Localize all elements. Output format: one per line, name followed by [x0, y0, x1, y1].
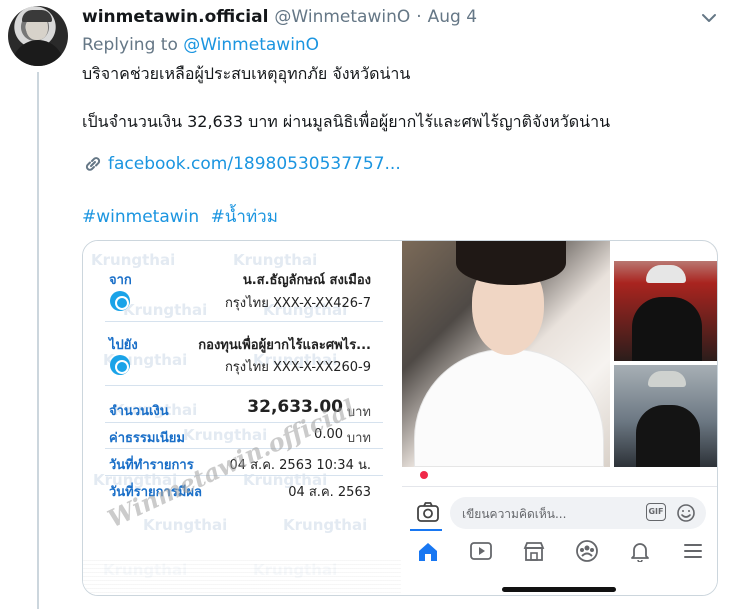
watch-icon[interactable] — [469, 540, 493, 562]
krungthai-logo-icon — [110, 291, 130, 311]
receipt-edge — [83, 557, 401, 595]
from-label: จาก — [109, 273, 132, 288]
reaction-strip — [402, 471, 717, 487]
divider — [105, 475, 383, 476]
active-tab-indicator — [410, 529, 442, 531]
groups-icon[interactable] — [575, 540, 599, 562]
main-photo[interactable] — [402, 241, 610, 467]
watermark: Krungthai — [283, 516, 368, 534]
tweet-text-line-1: บริจาคช่วยเหลือผู้ประสบเหตุอุทกภัย จังหว… — [82, 64, 411, 83]
home-indicator[interactable] — [502, 587, 616, 592]
to-account: กรุงไทย XXX-X-XX260-9 — [224, 360, 371, 375]
krungthai-logo-icon — [110, 355, 130, 375]
tweet-header: winmetawin.official @WinmetawinO · Aug 4 — [82, 6, 477, 28]
chevron-down-icon[interactable] — [698, 8, 720, 28]
replying-prefix: Replying to — [82, 35, 178, 55]
tweet-text-line-2: เป็นจำนวนเงิน 32,633 บาท ผ่านมูลนิธิเพื่… — [82, 112, 610, 131]
display-name[interactable]: winmetawin.official — [82, 7, 268, 27]
emoji-icon[interactable] — [676, 503, 696, 523]
watermark: Krungthai — [233, 251, 318, 269]
hashtag-flood[interactable]: #น้ำท่วม — [211, 207, 278, 227]
separator-dot: · — [416, 7, 422, 27]
link-text[interactable]: facebook.com/18980530537757... — [108, 154, 401, 174]
camera-icon[interactable] — [416, 501, 440, 523]
thread-line — [37, 72, 39, 609]
user-handle[interactable]: @WinmetawinO — [274, 7, 410, 27]
thumbnail-photo-bottom[interactable] — [614, 365, 717, 467]
marketplace-icon[interactable] — [522, 540, 546, 562]
home-icon[interactable] — [416, 540, 440, 562]
tweet-media[interactable]: Krungthai Krungthai Krungthai Krungthai … — [82, 240, 718, 596]
from-account: กรุงไทย XXX-X-XX426-7 — [224, 296, 371, 311]
comment-input[interactable]: เขียนความคิดเห็น... GIF — [450, 497, 706, 529]
hashtags: #winmetawin #น้ำท่วม — [82, 203, 284, 230]
replying-mention[interactable]: @WinmetawinO — [183, 35, 319, 55]
avatar[interactable] — [8, 6, 68, 66]
link-icon — [85, 157, 101, 171]
watermark: Krungthai — [123, 301, 208, 319]
thumbnail-photo-top[interactable] — [614, 241, 717, 361]
to-name: กองทุนเพื่อผู้ยากไร้และศพไร... — [198, 338, 371, 353]
divider — [105, 385, 383, 386]
fee-unit: บาท — [346, 431, 371, 446]
watermark: Krungthai — [143, 516, 228, 534]
bank-transfer-slip[interactable]: Krungthai Krungthai Krungthai Krungthai … — [83, 241, 401, 595]
effective-date-value: 04 ส.ค. 2563 — [288, 485, 371, 500]
divider — [105, 321, 383, 322]
gif-icon[interactable]: GIF — [646, 503, 666, 521]
watermark: Krungthai — [91, 251, 176, 269]
facebook-bottom-nav — [402, 529, 717, 565]
from-name: น.ส.ธัญลักษณ์ สงเมือง — [242, 273, 371, 288]
tweet-link[interactable]: facebook.com/18980530537757... — [82, 154, 401, 174]
comment-placeholder: เขียนความคิดเห็น... — [462, 507, 567, 521]
to-label: ไปยัง — [109, 338, 138, 353]
fee-label: ค่าธรรมเนียม — [109, 431, 185, 446]
facebook-screenshot[interactable]: เขียนความคิดเห็น... GIF — [402, 241, 717, 595]
hashtag-winmetawin[interactable]: #winmetawin — [82, 207, 199, 227]
menu-icon[interactable] — [681, 540, 705, 562]
replying-to: Replying to @WinmetawinO — [82, 35, 319, 55]
love-reaction-icon — [420, 471, 428, 479]
notifications-icon[interactable] — [628, 540, 652, 562]
tweet-date[interactable]: Aug 4 — [428, 7, 477, 27]
amount-label: จำนวนเงิน — [109, 404, 169, 419]
comment-row: เขียนความคิดเห็น... GIF — [402, 493, 717, 531]
